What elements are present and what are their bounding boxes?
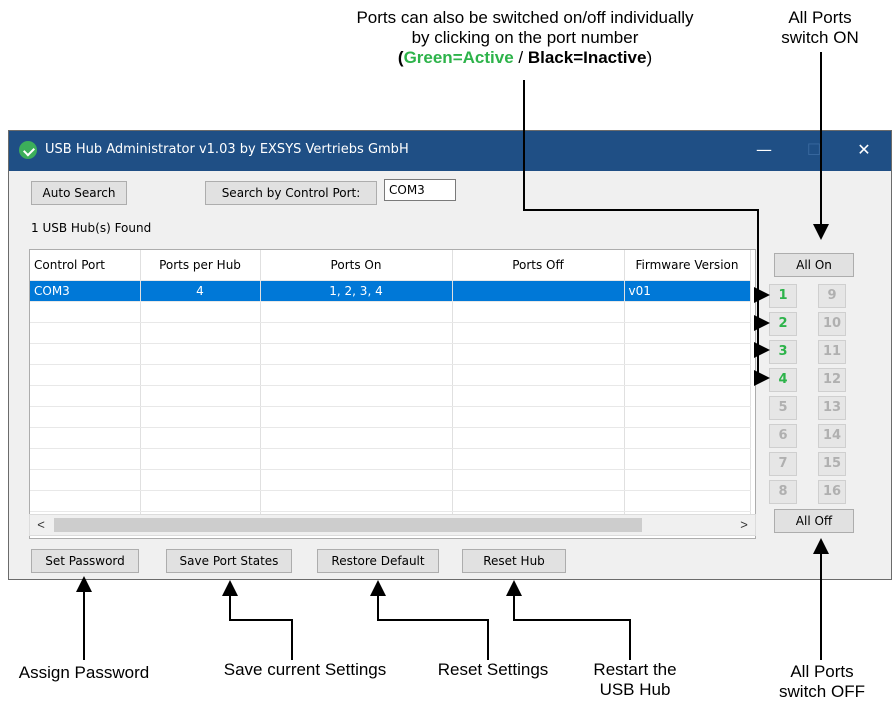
restart-hub-annotation: Restart the USB Hub [570, 660, 700, 700]
callout-lines [76, 52, 829, 660]
restart-line2: USB Hub [599, 680, 671, 699]
all-off-annotation-line1: All Ports [790, 662, 854, 681]
restart-line1: Restart the [593, 660, 677, 679]
assign-password-annotation: Assign Password [18, 663, 150, 682]
ports-callout-line [523, 80, 759, 378]
reset-settings-annotation: Reset Settings [437, 660, 549, 679]
restore-default-arrow [370, 580, 489, 660]
save-settings-annotation: Save current Settings [223, 660, 387, 679]
all-off-annotation-line2: switch OFF [779, 682, 865, 701]
reset-hub-arrow [506, 580, 631, 660]
save-states-arrow [222, 580, 293, 660]
all-off-annotation: All Ports switch OFF [760, 662, 884, 702]
